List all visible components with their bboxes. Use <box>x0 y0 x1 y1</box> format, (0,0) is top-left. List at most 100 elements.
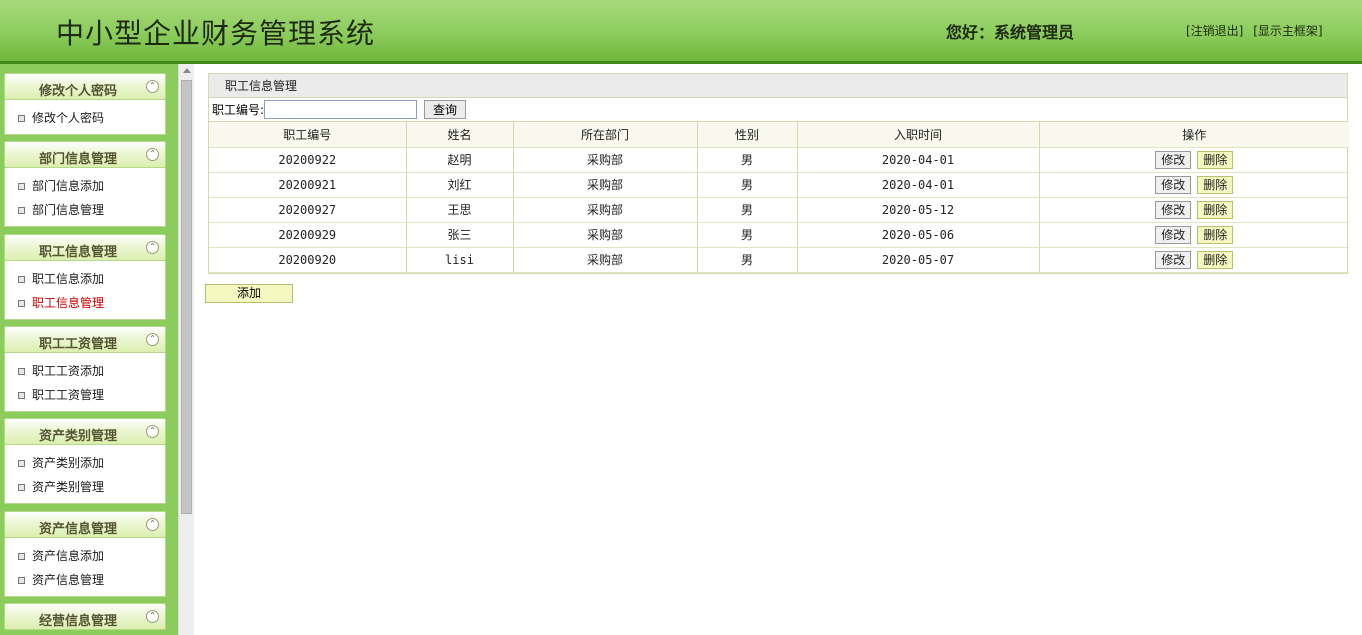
sidebar: 修改个人密码 ⌃ 修改个人密码 部门信息管理 ⌃ 部门信息添加 部门信息管理 职工信息管理 ⌃ 职… <box>0 64 178 635</box>
show-main-frame-link[interactable]: [显示主框架] <box>1253 24 1322 38</box>
menu-section-header[interactable]: 经营信息管理 ⌃ <box>4 603 166 630</box>
menu-section-header[interactable]: 资产信息管理 ⌃ <box>4 511 166 538</box>
table-row: 20200927 王思 采购部男 2020-05-12 修改 删除 <box>209 197 1349 223</box>
column-header-actions: 操作 <box>1039 122 1349 148</box>
logout-link[interactable]: [注销退出] <box>1186 24 1243 38</box>
sidebar-item[interactable]: 职工信息管理 <box>5 291 165 315</box>
sidebar-item-label: 职工工资管理 <box>32 388 105 402</box>
sidebar-item-label: 部门信息添加 <box>32 179 105 193</box>
sidebar-item-label: 资产类别管理 <box>32 480 105 494</box>
cell-id: 20200927 <box>209 197 407 223</box>
cell-gender: 男 <box>697 247 798 273</box>
chevron-up-icon[interactable]: ⌃ <box>146 241 159 254</box>
menu-section-0: 修改个人密码 ⌃ 修改个人密码 <box>4 73 166 135</box>
delete-button[interactable]: 删除 <box>1197 150 1234 169</box>
sidebar-item-label: 修改个人密码 <box>32 111 105 125</box>
square-bullet-icon <box>18 115 25 122</box>
sidebar-item-label: 资产信息管理 <box>32 573 105 587</box>
square-bullet-icon <box>18 300 25 307</box>
cell-dept: 采购部 <box>513 147 698 173</box>
table-row: 20200920 lisi 采购部男 2020-05-07 修改 删除 <box>209 247 1349 273</box>
sidebar-item[interactable]: 资产信息添加 <box>5 544 165 568</box>
menu-section-title: 修改个人密码 <box>38 84 117 99</box>
menu-section-header[interactable]: 资产类别管理 ⌃ <box>4 418 166 445</box>
square-bullet-icon <box>18 553 25 560</box>
column-header-dept: 所在部门 <box>513 122 698 148</box>
menu-section-title: 职工信息管理 <box>38 245 117 260</box>
user-greeting: 您好：系统管理员 <box>946 23 1075 42</box>
chevron-up-icon[interactable]: ⌃ <box>146 333 159 346</box>
sidebar-scrollbar[interactable] <box>178 64 194 635</box>
scroll-up-arrow-icon[interactable] <box>183 68 191 73</box>
chevron-up-icon[interactable]: ⌃ <box>146 610 159 623</box>
employee-table: 职工编号 姓名 所在部门 性别 入职时间 操作 20200922 赵明 采购部男 20… <box>209 122 1349 273</box>
cell-id: 20200929 <box>209 222 407 248</box>
panel-title: 职工信息管理 <box>209 74 1347 98</box>
sidebar-item[interactable]: 修改个人密码 <box>5 106 165 130</box>
menu-section-body: 资产信息添加资产信息管理 <box>4 538 166 597</box>
sidebar-item-label: 职工工资添加 <box>32 364 105 378</box>
edit-button[interactable]: 修改 <box>1155 225 1192 244</box>
menu-section-header[interactable]: 部门信息管理 ⌃ <box>4 141 166 168</box>
cell-dept: 采购部 <box>513 172 698 198</box>
delete-button[interactable]: 删除 <box>1197 200 1234 219</box>
column-header-join-date: 入职时间 <box>797 122 1040 148</box>
menu-section-2: 职工信息管理 ⌃ 职工信息添加 职工信息管理 <box>4 234 166 320</box>
column-header-name: 姓名 <box>406 122 514 148</box>
menu-section-title: 经营信息管理 <box>38 614 117 629</box>
menu-section-4: 资产类别管理 ⌃ 资产类别添加 资产类别管理 <box>4 418 166 504</box>
sidebar-item[interactable]: 职工工资添加 <box>5 359 165 383</box>
chevron-up-icon[interactable]: ⌃ <box>146 425 159 438</box>
menu-section-header[interactable]: 修改个人密码 ⌃ <box>4 73 166 100</box>
chevron-up-icon[interactable]: ⌃ <box>146 518 159 531</box>
cell-actions: 修改 删除 <box>1039 222 1349 248</box>
table-row: 20200921 刘红 采购部男 2020-04-01 修改 删除 <box>209 172 1349 198</box>
menu-section-body: 职工信息添加 职工信息管理 <box>4 261 166 320</box>
sidebar-item[interactable]: 职工信息添加 <box>5 267 165 291</box>
square-bullet-icon <box>18 368 25 375</box>
sidebar-item[interactable]: 资产类别管理 <box>5 475 165 499</box>
sidebar-item[interactable]: 资产类别添加 <box>5 451 165 475</box>
menu-section-header[interactable]: 职工工资管理 ⌃ <box>4 326 166 353</box>
cell-id: 20200921 <box>209 172 407 198</box>
delete-button[interactable]: 删除 <box>1197 225 1234 244</box>
cell-dept: 采购部 <box>513 197 698 223</box>
sidebar-item[interactable]: 资产信息管理 <box>5 568 165 592</box>
menu-section-title: 资产信息管理 <box>38 522 117 537</box>
top-header: 中小型企业财务管理系统 您好：系统管理员 [注销退出] [显示主框架] <box>0 0 1362 64</box>
edit-button[interactable]: 修改 <box>1155 250 1192 269</box>
sidebar-item[interactable]: 职工工资管理 <box>5 383 165 407</box>
edit-button[interactable]: 修改 <box>1155 150 1192 169</box>
cell-date: 2020-04-01 <box>797 147 1040 173</box>
edit-button[interactable]: 修改 <box>1155 200 1192 219</box>
square-bullet-icon <box>18 392 25 399</box>
delete-button[interactable]: 删除 <box>1197 250 1234 269</box>
menu-section-header[interactable]: 职工信息管理 ⌃ <box>4 234 166 261</box>
cell-name: 王思 <box>406 197 514 223</box>
edit-button[interactable]: 修改 <box>1155 175 1192 194</box>
cell-actions: 修改 删除 <box>1039 197 1349 223</box>
menu-section-1: 部门信息管理 ⌃ 部门信息添加 部门信息管理 <box>4 141 166 227</box>
column-header-id: 职工编号 <box>209 122 407 148</box>
sidebar-item[interactable]: 部门信息添加 <box>5 174 165 198</box>
header-links: [注销退出] [显示主框架] <box>1186 22 1329 39</box>
cell-id: 20200920 <box>209 247 407 273</box>
cell-dept: 采购部 <box>513 247 698 273</box>
cell-actions: 修改 删除 <box>1039 147 1349 173</box>
employee-id-search-input[interactable] <box>264 100 418 119</box>
search-bar: 职工编号: 查询 <box>209 98 1347 122</box>
menu-section-body: 部门信息添加部门信息管理 <box>4 168 166 227</box>
sidebar-item[interactable]: 部门信息管理 <box>5 198 165 222</box>
menu-section-6: 经营信息管理 ⌃ <box>4 603 166 630</box>
menu-section-title: 资产类别管理 <box>38 429 117 444</box>
delete-button[interactable]: 删除 <box>1197 175 1234 194</box>
chevron-up-icon[interactable]: ⌃ <box>146 148 159 161</box>
menu-section-title: 部门信息管理 <box>38 152 117 167</box>
search-button[interactable]: 查询 <box>424 100 467 119</box>
cell-actions: 修改 删除 <box>1039 172 1349 198</box>
cell-name: lisi <box>406 247 514 273</box>
scrollbar-thumb[interactable] <box>181 80 192 514</box>
chevron-up-icon[interactable]: ⌃ <box>146 80 159 93</box>
search-label: 职工编号: <box>212 103 265 117</box>
add-employee-button[interactable]: 添加 <box>205 284 293 303</box>
